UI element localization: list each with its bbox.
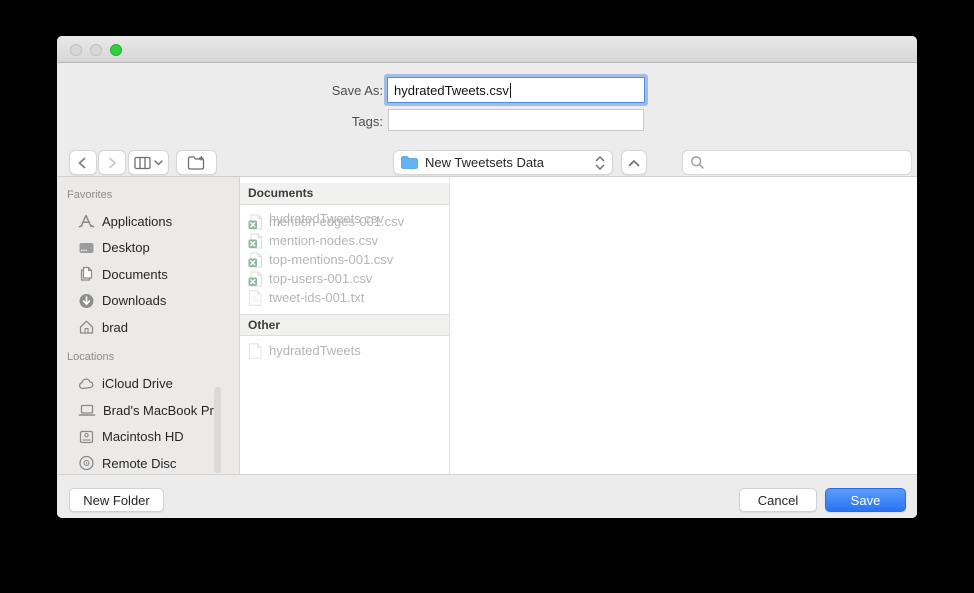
tags-label: Tags: xyxy=(57,114,383,129)
location-dropdown[interactable]: New Tweetsets Data xyxy=(393,150,613,175)
minimize-window-icon[interactable] xyxy=(90,44,102,56)
tags-input[interactable] xyxy=(388,109,644,131)
zoom-window-icon[interactable] xyxy=(110,44,122,56)
sidebar-item-label: Brad's MacBook Pro xyxy=(103,403,221,418)
folder-icon xyxy=(401,156,418,169)
file-browser: Favorites Applications xyxy=(57,177,917,474)
up-directory-button[interactable] xyxy=(621,150,647,175)
text-file-icon xyxy=(248,290,263,306)
view-mode-button[interactable] xyxy=(128,150,169,175)
sidebar-item-label: Applications xyxy=(102,214,172,229)
laptop-icon xyxy=(78,402,96,418)
desktop-background: Save As: hydratedTweets.csv Tags: xyxy=(0,0,974,593)
file-row[interactable]: hydratedTweets xyxy=(240,341,449,360)
save-as-value: hydratedTweets.csv xyxy=(394,83,509,98)
csv-file-icon xyxy=(248,214,263,230)
sidebar-item-label: iCloud Drive xyxy=(102,376,173,391)
file-section-header-documents: Documents xyxy=(240,183,449,205)
new-folder-icon xyxy=(187,155,206,170)
sidebar-item-label: Macintosh HD xyxy=(102,429,184,444)
sidebar-item-macbook[interactable]: Brad's MacBook Pro xyxy=(57,397,239,424)
csv-file-icon xyxy=(248,233,263,249)
file-name: mention-nodes.csv xyxy=(269,233,378,248)
dialog-footer: New Folder Cancel Save xyxy=(57,474,917,518)
sidebar-item-remote-disc[interactable]: Remote Disc xyxy=(57,450,239,474)
sidebar-item-label: Documents xyxy=(102,267,168,282)
csv-file-icon xyxy=(248,271,263,287)
save-dialog-window: Save As: hydratedTweets.csv Tags: xyxy=(57,36,917,518)
chevron-left-icon xyxy=(75,155,91,171)
document-file-icon xyxy=(248,343,263,359)
close-window-icon[interactable] xyxy=(70,44,82,56)
file-list-column: Documents hydratedTweets.csv men xyxy=(240,177,450,474)
sidebar-section-favorites: Favorites xyxy=(57,186,239,204)
file-row[interactable]: tweet-ids-001.txt xyxy=(240,288,449,307)
file-name: hydratedTweets xyxy=(269,343,361,358)
title-bar xyxy=(57,36,917,63)
sidebar-item-label: Remote Disc xyxy=(102,456,176,471)
sidebar-scrollbar-thumb[interactable] xyxy=(214,387,221,473)
file-section-header-other: Other xyxy=(240,314,449,336)
sidebar-item-label: brad xyxy=(102,320,128,335)
search-icon xyxy=(690,155,705,170)
chevron-down-icon xyxy=(154,160,163,166)
column-view-icon xyxy=(134,156,151,170)
text-caret xyxy=(510,83,511,98)
search-input[interactable] xyxy=(682,150,912,175)
sidebar-item-downloads[interactable]: Downloads xyxy=(57,288,239,315)
disc-icon xyxy=(78,455,95,471)
save-as-input[interactable]: hydratedTweets.csv xyxy=(387,77,645,103)
file-name: top-users-001.csv xyxy=(269,271,372,286)
forward-button[interactable] xyxy=(98,150,126,175)
harddrive-icon xyxy=(78,429,95,445)
chevron-up-icon xyxy=(628,159,640,167)
new-folder-toolbar-button[interactable] xyxy=(176,150,217,175)
downloads-icon xyxy=(78,293,95,309)
desktop-icon xyxy=(78,240,95,256)
file-row[interactable]: top-mentions-001.csv xyxy=(240,250,449,269)
sidebar-section-locations: Locations xyxy=(57,348,239,366)
file-row[interactable]: hydratedTweets.csv mention-edges-001.csv xyxy=(240,212,449,231)
csv-file-icon xyxy=(248,252,263,268)
sidebar: Favorites Applications xyxy=(57,177,240,474)
applications-icon xyxy=(78,213,95,229)
new-folder-button[interactable]: New Folder xyxy=(69,488,164,512)
updown-chevrons-icon xyxy=(595,155,605,171)
file-row[interactable]: top-users-001.csv xyxy=(240,269,449,288)
file-name: tweet-ids-001.txt xyxy=(269,290,364,305)
chevron-right-icon xyxy=(104,155,120,171)
file-name: top-mentions-001.csv xyxy=(269,252,393,267)
file-row[interactable]: mention-nodes.csv xyxy=(240,231,449,250)
sidebar-item-desktop[interactable]: Desktop xyxy=(57,235,239,262)
sidebar-item-label: Downloads xyxy=(102,293,166,308)
sidebar-item-macintosh-hd[interactable]: Macintosh HD xyxy=(57,424,239,451)
save-as-label: Save As: xyxy=(57,83,383,98)
save-button[interactable]: Save xyxy=(825,488,906,512)
location-dropdown-value: New Tweetsets Data xyxy=(425,155,588,170)
sidebar-item-icloud[interactable]: iCloud Drive xyxy=(57,371,239,398)
sidebar-item-label: Desktop xyxy=(102,240,150,255)
sidebar-item-home[interactable]: brad xyxy=(57,314,239,341)
icloud-icon xyxy=(78,376,95,392)
sidebar-item-applications[interactable]: Applications xyxy=(57,208,239,235)
home-icon xyxy=(78,319,95,335)
sidebar-item-documents[interactable]: Documents xyxy=(57,261,239,288)
cancel-button[interactable]: Cancel xyxy=(739,488,817,512)
documents-icon xyxy=(78,266,95,282)
file-name: mention-edges-001.csv xyxy=(269,214,404,229)
back-button[interactable] xyxy=(69,150,97,175)
